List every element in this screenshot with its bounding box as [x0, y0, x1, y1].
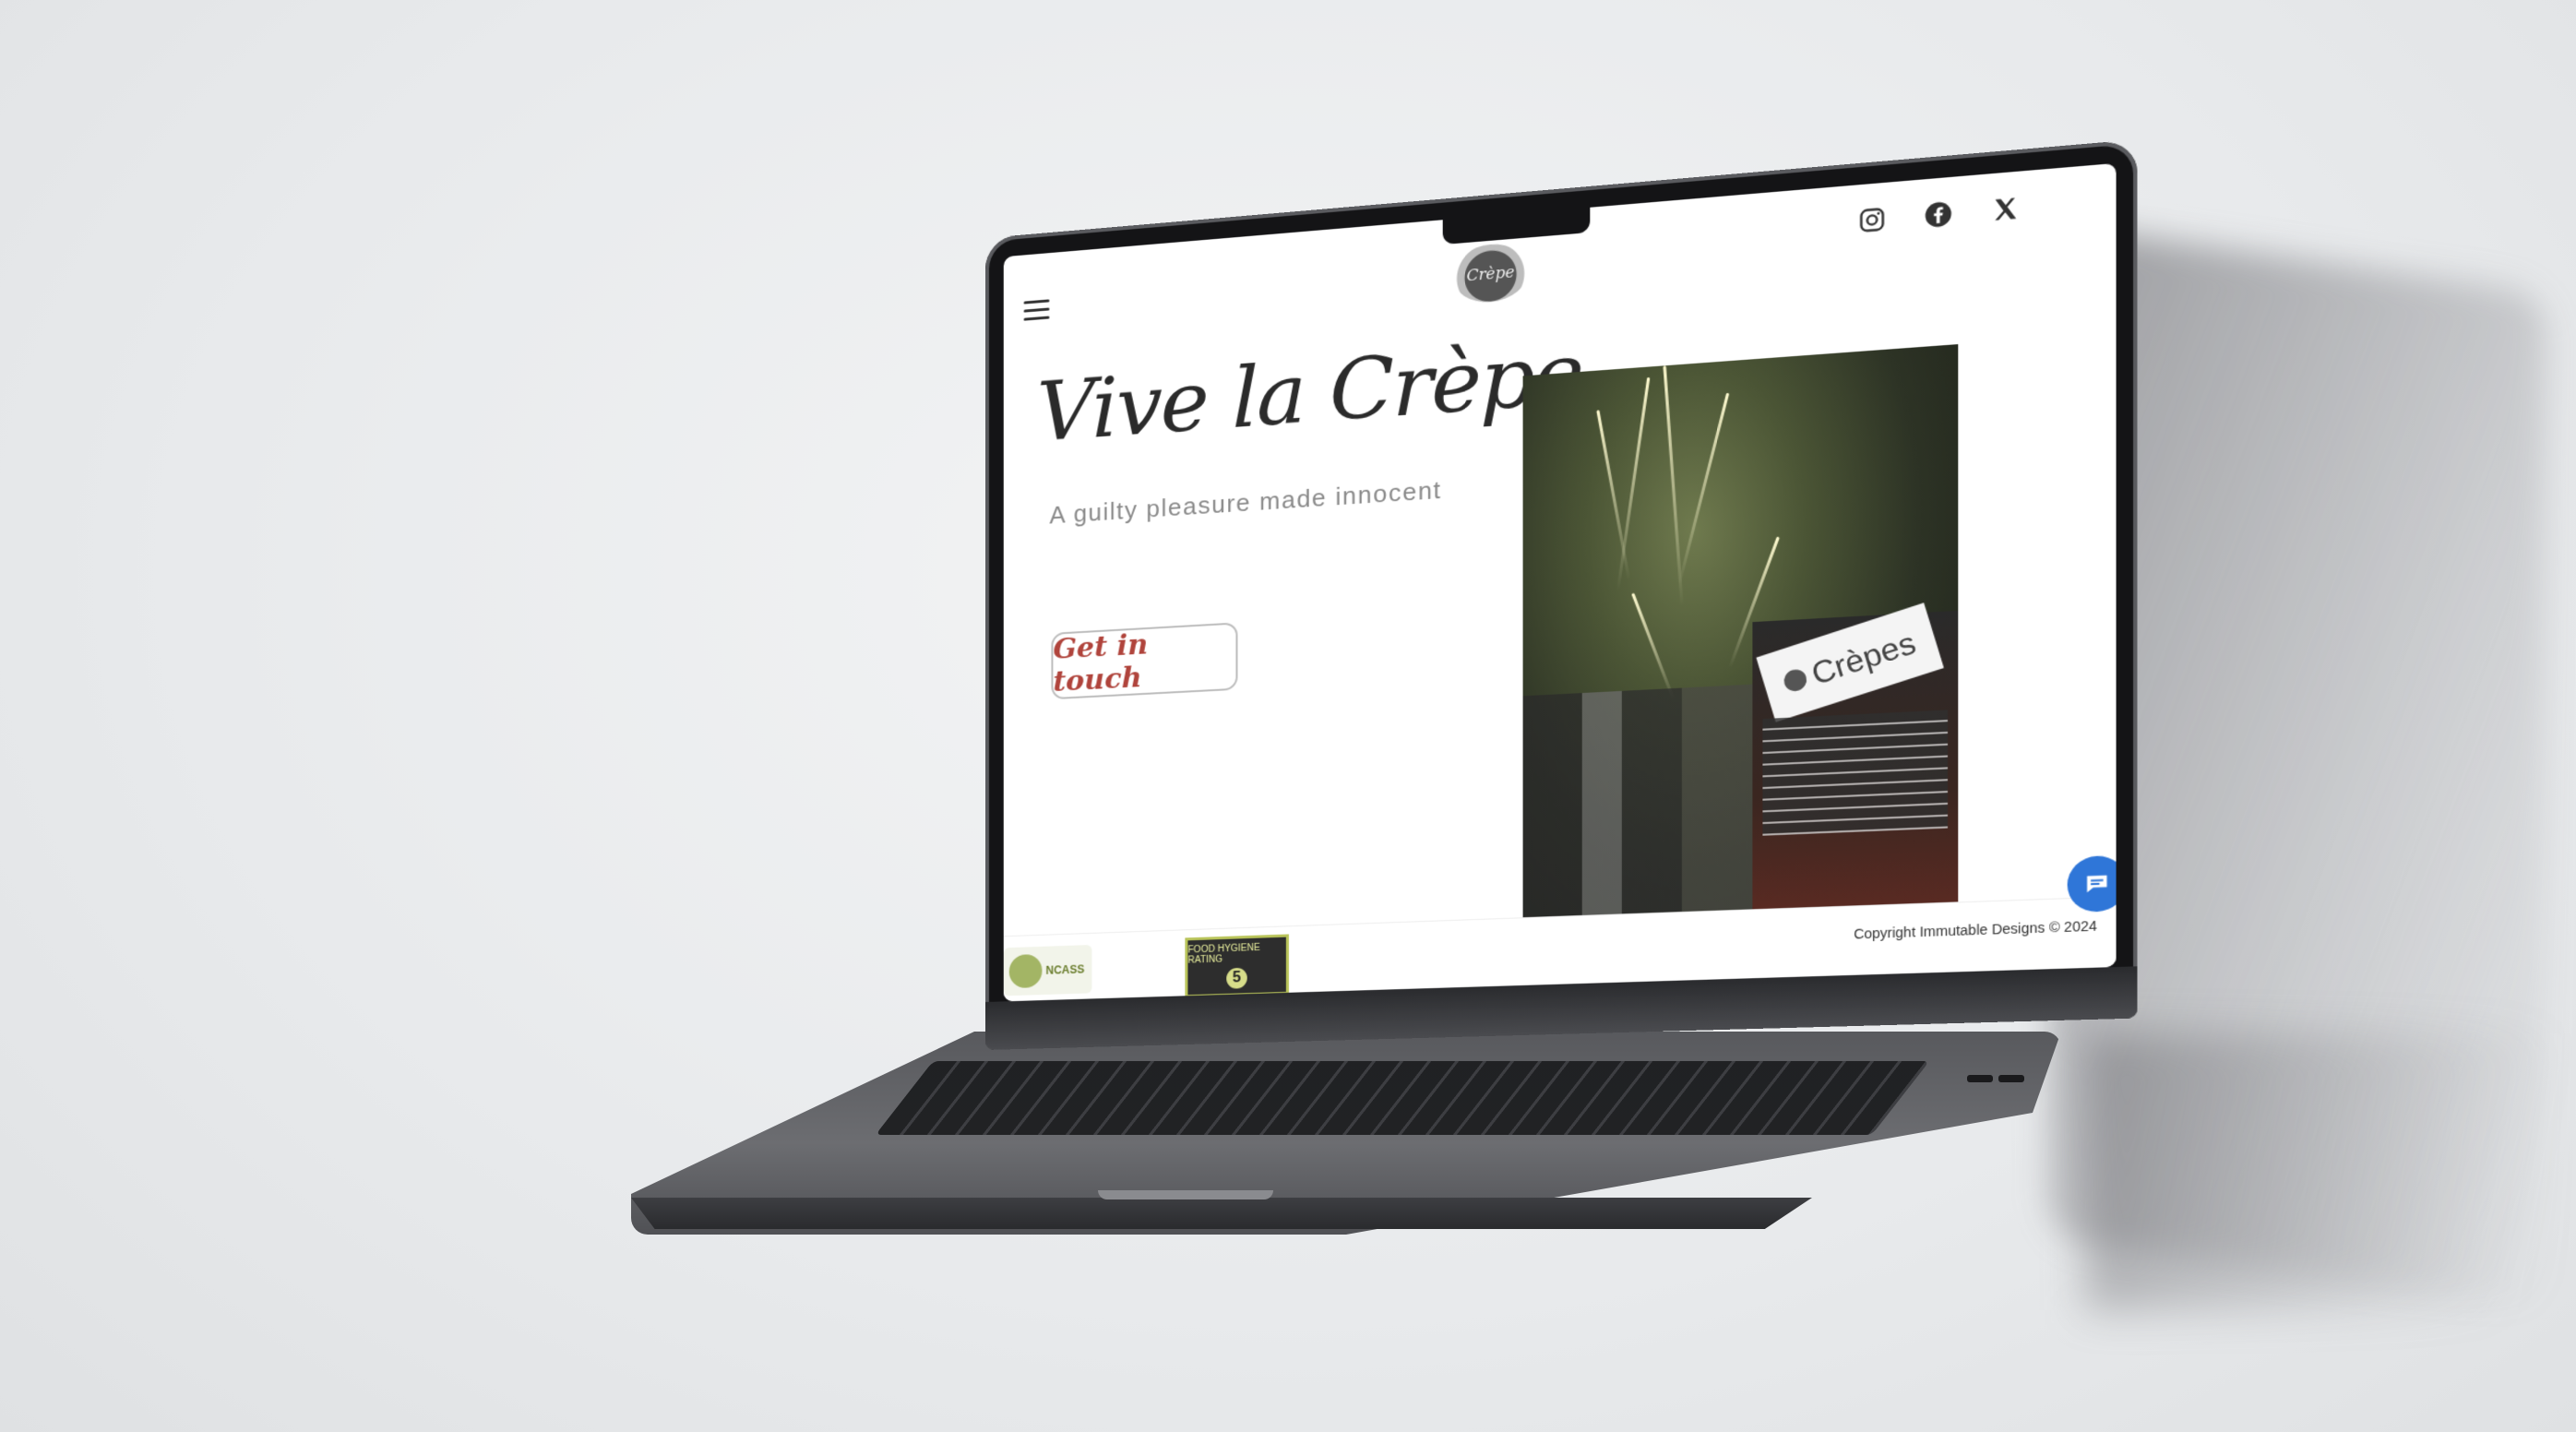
- facebook-icon[interactable]: [1923, 198, 1954, 231]
- menu-board: [1762, 710, 1949, 836]
- firework-streak: [1677, 392, 1730, 585]
- x-icon[interactable]: [1989, 193, 2021, 225]
- site-logo-text: Crèpe: [1466, 262, 1515, 284]
- get-in-touch-button[interactable]: Get in touch: [1051, 622, 1238, 700]
- chat-bubble-icon: [2087, 875, 2107, 893]
- chat-button[interactable]: [2067, 854, 2117, 913]
- firework-streak: [1616, 377, 1651, 591]
- menu-icon[interactable]: [1023, 299, 1050, 321]
- stall-sign-text: Crèpes: [1807, 624, 1920, 691]
- food-hygiene-rating-label: FOOD HYGIENE RATING: [1187, 942, 1260, 966]
- food-hygiene-rating-badge: FOOD HYGIENE RATING 5: [1185, 934, 1289, 998]
- laptop-ports: [1967, 1070, 2032, 1083]
- stall-sign: Crèpes: [1756, 603, 1944, 722]
- laptop-base-edge: [631, 1198, 1812, 1229]
- laptop-trackpad-lip: [1098, 1190, 1273, 1199]
- laptop-screen: Crèpe Vive la Crèpe A guilty pleasure ma…: [1003, 162, 2117, 1002]
- site-logo[interactable]: Crèpe: [1452, 241, 1529, 305]
- hero-photo: Crèpes: [1522, 344, 1959, 926]
- laptop-keyboard: [875, 1061, 1930, 1135]
- copyright-text: Copyright Immutable Designs © 2024: [1854, 917, 2097, 942]
- crepe-stall: Crèpes: [1752, 603, 1959, 914]
- brand-tagline: A guilty pleasure made innocent: [1049, 475, 1442, 530]
- food-hygiene-rating-value: 5: [1226, 967, 1247, 989]
- firework-streak: [1631, 592, 1676, 701]
- laptop-floor-shadow: [2085, 1033, 2565, 1310]
- social-links: [1856, 193, 2021, 236]
- firework-streak: [1596, 410, 1631, 580]
- brand-title: Vive la Crèpe: [1036, 323, 1583, 461]
- crowd: [1522, 684, 1763, 926]
- ncass-badge: NCASS: [1003, 944, 1092, 996]
- ncass-badge-text: NCASS: [1045, 962, 1085, 977]
- ncass-logo: [1008, 953, 1043, 989]
- laptop-lid: Crèpe Vive la Crèpe A guilty pleasure ma…: [985, 139, 2138, 1051]
- instagram-icon[interactable]: [1856, 204, 1888, 236]
